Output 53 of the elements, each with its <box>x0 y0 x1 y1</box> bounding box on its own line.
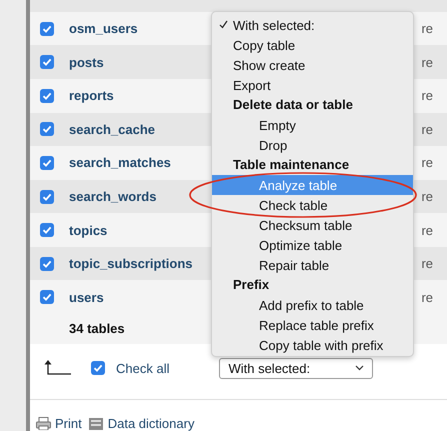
row-checkbox[interactable] <box>40 223 54 238</box>
table-cell: re <box>421 155 433 170</box>
row-checkbox[interactable] <box>40 190 54 204</box>
table-name-link[interactable]: search_cache <box>69 122 156 137</box>
table-cell: re <box>421 54 433 70</box>
row-checkbox[interactable] <box>40 156 54 170</box>
check-all-checkbox[interactable] <box>91 361 105 376</box>
table-name-link[interactable]: topics <box>69 222 108 238</box>
table-name-link[interactable]: topic_subscriptions <box>69 256 193 272</box>
check-all-label[interactable]: Check all <box>116 360 170 376</box>
table-cell: re <box>421 222 433 238</box>
table-name-link[interactable]: reports <box>69 88 114 104</box>
row-checkbox[interactable] <box>40 22 54 36</box>
menu-item[interactable]: Drop <box>212 135 413 155</box>
menu-item[interactable]: Repair table <box>212 255 413 275</box>
menu-item[interactable]: Export <box>212 75 413 95</box>
with-selected-dropdown[interactable]: With selected: <box>219 358 374 379</box>
menu-item[interactable]: With selected: <box>212 15 413 35</box>
menu-item[interactable]: Check table <box>212 195 413 215</box>
menu-group-label: Delete data or table <box>232 96 354 114</box>
table-name-link[interactable]: users <box>69 290 104 305</box>
row-checkbox[interactable] <box>40 122 54 136</box>
book-icon <box>88 417 104 430</box>
checkmark-icon <box>219 20 228 29</box>
menu-item[interactable]: Copy table <box>212 35 413 55</box>
menu-item[interactable]: Empty <box>212 115 413 135</box>
table-cell: re <box>421 21 433 36</box>
row-checkbox[interactable] <box>40 88 54 103</box>
caret-icon <box>355 365 364 372</box>
menu-item[interactable]: Optimize table <box>212 235 413 255</box>
menu-item[interactable]: Copy table with prefix <box>212 335 413 355</box>
table-name-link[interactable]: search_matches <box>69 155 171 170</box>
menu-group-label: Table maintenance <box>232 156 350 174</box>
table-name-link[interactable]: posts <box>69 54 104 70</box>
row-checkbox[interactable] <box>40 290 54 304</box>
footer-link[interactable]: Data dictionary <box>108 416 194 431</box>
table-name-link[interactable]: osm_users <box>69 21 138 36</box>
arrow-up-icon <box>44 359 72 378</box>
menu-item[interactable]: Replace table prefix <box>212 315 413 335</box>
table-cell: re <box>421 189 433 204</box>
table-cell: re <box>421 290 433 305</box>
table-cell: re <box>421 256 433 272</box>
table-count: 34 tables <box>69 321 125 336</box>
menu-group-label: Prefix <box>232 276 270 294</box>
row-checkbox[interactable] <box>40 256 54 271</box>
menu-item[interactable]: Show create <box>212 55 413 75</box>
row-checkbox[interactable] <box>40 55 54 70</box>
footer-link[interactable]: Print <box>55 416 82 431</box>
menu-item[interactable]: Add prefix to table <box>212 295 413 315</box>
table-cell: re <box>421 122 433 137</box>
table-cell: re <box>421 88 433 104</box>
table-name-link[interactable]: search_words <box>69 189 156 204</box>
menu-item[interactable]: Checksum table <box>212 215 413 235</box>
